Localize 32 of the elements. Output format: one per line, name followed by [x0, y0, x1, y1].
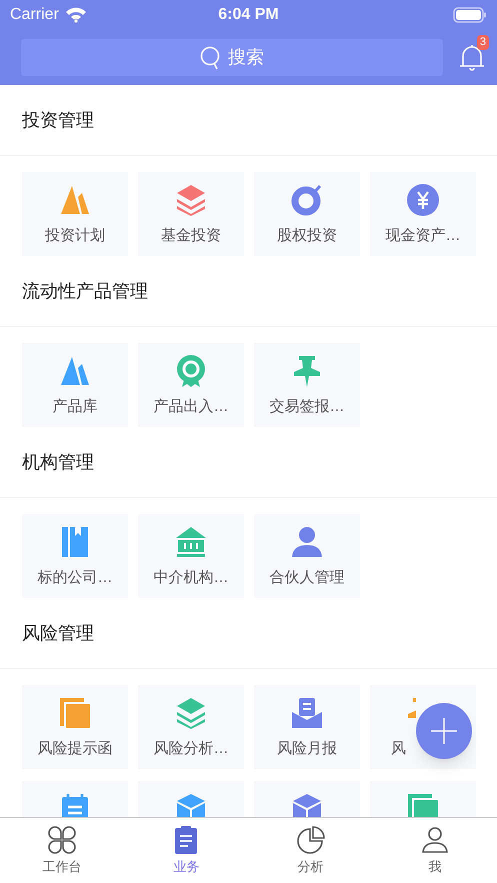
feature-tile[interactable]: 合伙人管理 — [254, 514, 360, 598]
wifi-icon — [64, 7, 87, 23]
feature-tile[interactable]: 投资计划 — [22, 172, 128, 256]
notification-badge: 3 — [476, 35, 489, 50]
section-title: 流动性产品管理 — [22, 280, 148, 302]
feature-tile[interactable]: 风险分析… — [138, 685, 244, 769]
feature-tile[interactable]: 现金资产… — [370, 172, 476, 256]
search-icon — [200, 46, 222, 70]
feature-tile[interactable]: 中介机构… — [138, 514, 244, 598]
tab-bar-item[interactable]: 分析 — [248, 818, 373, 883]
section-title: 投资管理 — [22, 108, 94, 132]
feature-tile[interactable]: 产品出入… — [138, 343, 244, 427]
feature-tile[interactable]: 产品库 — [22, 343, 128, 427]
clover-icon — [47, 824, 78, 855]
feature-tile[interactable]: 标的公司… — [22, 514, 128, 598]
battery-icon — [453, 7, 487, 23]
feature-tile[interactable]: 风险提示函 — [22, 685, 128, 769]
tab-bar-item[interactable]: 我 — [372, 818, 497, 883]
clock-time: 6:04 PM — [218, 5, 279, 25]
feature-tile[interactable]: 股权投资 — [254, 172, 360, 256]
bell-icon[interactable] — [459, 44, 485, 72]
tab-bar-item[interactable]: 工作台 — [0, 818, 124, 883]
section-title: 风险管理 — [22, 622, 94, 644]
tab-bar-item[interactable]: 业务 — [124, 818, 248, 883]
feature-tile[interactable]: 基金投资 — [138, 172, 244, 256]
pie-chart-icon — [296, 824, 326, 855]
feature-tile[interactable]: 风险月报 — [254, 685, 360, 769]
person-icon — [420, 824, 450, 855]
carrier-label: Carrier — [10, 5, 59, 25]
feature-tile[interactable]: 交易签报… — [254, 343, 360, 427]
plus-icon — [431, 718, 457, 744]
section-title: 机构管理 — [22, 450, 94, 474]
